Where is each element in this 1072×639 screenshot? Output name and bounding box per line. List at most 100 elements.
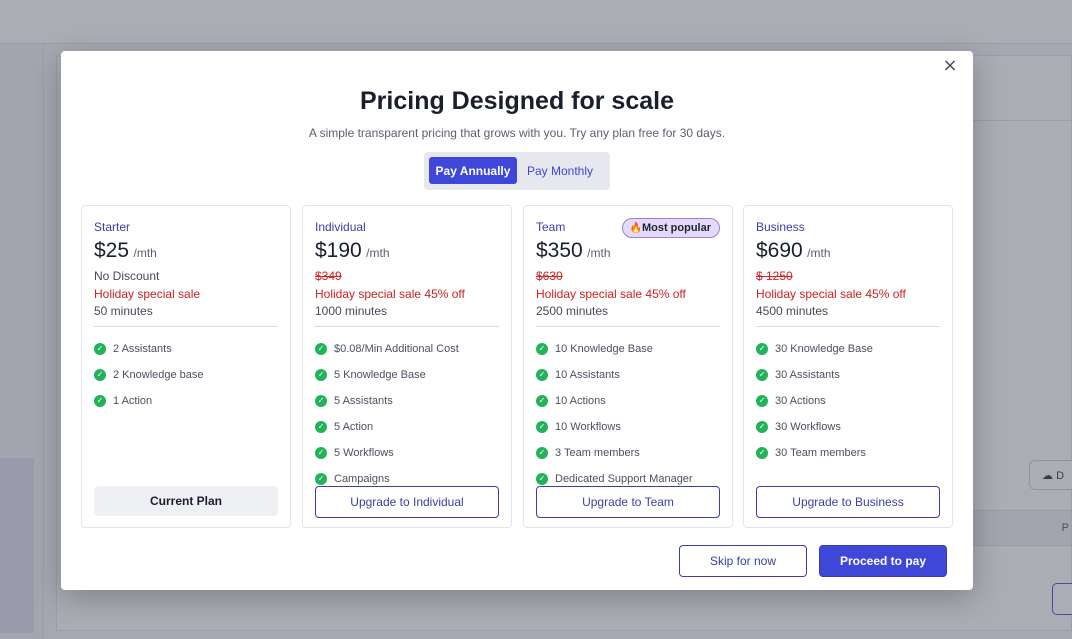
feature-list: ✓ 30 Knowledge Base ✓ 30 Assistants ✓ 30 Ac… xyxy=(756,336,873,466)
skip-button[interactable]: Skip for now xyxy=(679,545,807,577)
feature-label: 5 Assistants xyxy=(334,395,393,407)
feature-label: 30 Actions xyxy=(775,395,826,407)
sale-label: Holiday special sale 45% off xyxy=(536,287,686,301)
list-item: ✓ 1 Action xyxy=(94,388,204,414)
list-item: ✓ 30 Assistants xyxy=(756,362,873,388)
plan-card-team: Team 🔥Most popular $350 /mth $630 Holida… xyxy=(523,205,733,528)
plan-price: $350 xyxy=(536,239,583,262)
plan-card-individual: Individual $190 /mth $349 Holiday specia… xyxy=(302,205,512,528)
feature-label: 30 Assistants xyxy=(775,369,840,381)
list-item: ✓ 30 Actions xyxy=(756,388,873,414)
plan-name: Individual xyxy=(315,220,366,234)
upgrade-business-button[interactable]: Upgrade to Business xyxy=(756,486,940,518)
divider xyxy=(94,326,278,327)
plan-card-business: Business $690 /mth $ 1250 Holiday specia… xyxy=(743,205,953,528)
feature-label: 1 Action xyxy=(113,395,153,407)
check-icon: ✓ xyxy=(536,447,548,459)
feature-label: 10 Workflows xyxy=(555,421,621,433)
divider xyxy=(536,326,720,327)
check-icon: ✓ xyxy=(315,421,327,433)
price-period: /mth xyxy=(133,246,157,260)
check-icon: ✓ xyxy=(536,343,548,355)
plan-price: $190 xyxy=(315,239,362,262)
sale-label: Holiday special sale 45% off xyxy=(756,287,906,301)
plan-price: $25 xyxy=(94,239,130,262)
plan-name: Business xyxy=(756,220,805,234)
feature-label: Campaigns xyxy=(334,473,390,485)
badge-label: Most popular xyxy=(641,222,711,234)
check-icon: ✓ xyxy=(315,473,327,485)
list-item: ✓ $0.08/Min Additional Cost xyxy=(315,336,459,362)
feature-label: $0.08/Min Additional Cost xyxy=(334,343,459,355)
sale-label: Holiday special sale xyxy=(94,287,201,301)
list-item: ✓ 2 Knowledge base xyxy=(94,362,204,388)
plan-minutes: 50 minutes xyxy=(94,304,153,318)
list-item: ✓ 30 Team members xyxy=(756,440,873,466)
feature-label: 2 Knowledge base xyxy=(113,369,204,381)
feature-label: 30 Knowledge Base xyxy=(775,343,873,355)
list-item: ✓ 30 Knowledge Base xyxy=(756,336,873,362)
divider xyxy=(756,326,940,327)
fire-icon: 🔥 xyxy=(629,223,642,234)
current-plan-button: Current Plan xyxy=(94,486,278,516)
check-icon: ✓ xyxy=(315,447,327,459)
sale-label: Holiday special sale 45% off xyxy=(315,287,465,301)
plan-minutes: 4500 minutes xyxy=(756,304,829,318)
check-icon: ✓ xyxy=(94,343,106,355)
pay-monthly-button[interactable]: Pay Monthly xyxy=(517,157,603,184)
pricing-modal: × Pricing Designed for scale A simple tr… xyxy=(61,51,973,590)
price-row: $25 /mth xyxy=(94,239,157,263)
check-icon: ✓ xyxy=(315,395,327,407)
list-item: ✓ 10 Actions xyxy=(536,388,693,414)
feature-label: 2 Assistants xyxy=(113,343,172,355)
list-item: ✓ 5 Action xyxy=(315,414,459,440)
check-icon: ✓ xyxy=(315,369,327,381)
price-row: $690 /mth xyxy=(756,239,831,263)
modal-title: Pricing Designed for scale xyxy=(360,87,674,115)
check-icon: ✓ xyxy=(315,343,327,355)
divider xyxy=(315,326,499,327)
feature-label: 10 Assistants xyxy=(555,369,620,381)
upgrade-individual-button[interactable]: Upgrade to Individual xyxy=(315,486,499,518)
billing-toggle: Pay Annually Pay Monthly xyxy=(424,152,610,190)
feature-list: ✓ 10 Knowledge Base ✓ 10 Assistants ✓ 10 Ac… xyxy=(536,336,693,492)
price-period: /mth xyxy=(366,246,390,260)
list-item: ✓ 5 Assistants xyxy=(315,388,459,414)
feature-label: Dedicated Support Manager xyxy=(555,473,693,485)
check-icon: ✓ xyxy=(756,421,768,433)
list-item: ✓ 10 Assistants xyxy=(536,362,693,388)
close-icon[interactable]: × xyxy=(941,57,959,75)
old-price: $349 xyxy=(315,269,342,283)
price-period: /mth xyxy=(807,246,831,260)
feature-label: 10 Actions xyxy=(555,395,606,407)
list-item: ✓ 30 Workflows xyxy=(756,414,873,440)
check-icon: ✓ xyxy=(756,369,768,381)
upgrade-team-button[interactable]: Upgrade to Team xyxy=(536,486,720,518)
plan-price: $690 xyxy=(756,239,803,262)
check-icon: ✓ xyxy=(94,369,106,381)
check-icon: ✓ xyxy=(536,473,548,485)
check-icon: ✓ xyxy=(756,395,768,407)
list-item: ✓ 10 Workflows xyxy=(536,414,693,440)
check-icon: ✓ xyxy=(536,395,548,407)
plan-name: Starter xyxy=(94,220,131,234)
price-row: $190 /mth xyxy=(315,239,390,263)
feature-label: 30 Workflows xyxy=(775,421,841,433)
price-period: /mth xyxy=(587,246,611,260)
list-item: ✓ 2 Assistants xyxy=(94,336,204,362)
discount-note: No Discount xyxy=(94,269,160,283)
pay-annually-button[interactable]: Pay Annually xyxy=(429,157,517,184)
old-price: $ 1250 xyxy=(756,269,793,283)
list-item: ✓ 5 Workflows xyxy=(315,440,459,466)
list-item: ✓ 5 Knowledge Base xyxy=(315,362,459,388)
most-popular-badge: 🔥Most popular xyxy=(622,218,720,238)
list-item: ✓ 3 Team members xyxy=(536,440,693,466)
list-item: ✓ 10 Knowledge Base xyxy=(536,336,693,362)
plan-minutes: 2500 minutes xyxy=(536,304,609,318)
plan-name: Team xyxy=(536,220,566,234)
feature-label: 10 Knowledge Base xyxy=(555,343,653,355)
plan-minutes: 1000 minutes xyxy=(315,304,388,318)
feature-list: ✓ 2 Assistants ✓ 2 Knowledge base ✓ 1 Actio… xyxy=(94,336,204,414)
price-row: $350 /mth xyxy=(536,239,611,263)
proceed-to-pay-button[interactable]: Proceed to pay xyxy=(819,545,947,577)
